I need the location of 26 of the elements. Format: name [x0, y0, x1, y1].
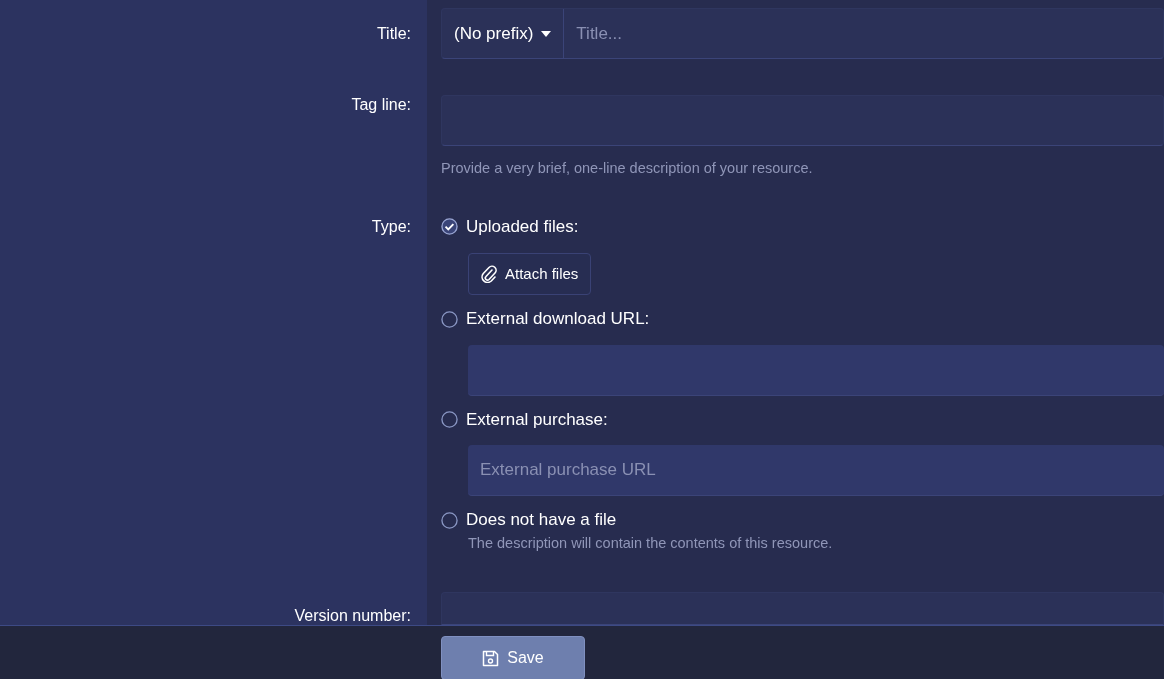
option-label[interactable]: External download URL: [466, 306, 650, 332]
field-label: Version number: [294, 606, 411, 625]
field-label: Tag line: [351, 96, 411, 113]
version-input[interactable] [441, 591, 1164, 625]
paperclip-icon [481, 265, 497, 284]
hint-text: The description will contain the contents of this resource. [468, 533, 834, 553]
option-label[interactable]: External purchase: [466, 406, 608, 433]
save-button[interactable]: Save [441, 636, 585, 679]
title-input[interactable]: Title... [564, 9, 1163, 58]
prefix-dropdown[interactable]: (No prefix) [442, 9, 565, 58]
field-label: Title: [376, 25, 411, 42]
field-label: Type: [371, 217, 411, 235]
radio-button[interactable] [441, 511, 458, 529]
url-input[interactable]: External purchase URL [468, 445, 1164, 497]
radio-button[interactable] [441, 411, 458, 428]
option-label[interactable]: Uploaded files: [466, 213, 579, 240]
tag-line-input[interactable] [441, 95, 1164, 146]
save-icon [482, 649, 500, 667]
title-field[interactable]: (No prefix) Title... [441, 8, 1164, 59]
check-circle-icon[interactable] [441, 218, 458, 235]
attach-files-button[interactable]: Attach files [468, 253, 592, 296]
radio-button[interactable] [441, 310, 458, 328]
url-input[interactable] [468, 344, 1164, 396]
option-label[interactable]: Does not have a file [466, 507, 617, 533]
hint-text: Provide a very brief, one-line description of your resource. [441, 159, 814, 178]
caret-icon [541, 30, 552, 37]
